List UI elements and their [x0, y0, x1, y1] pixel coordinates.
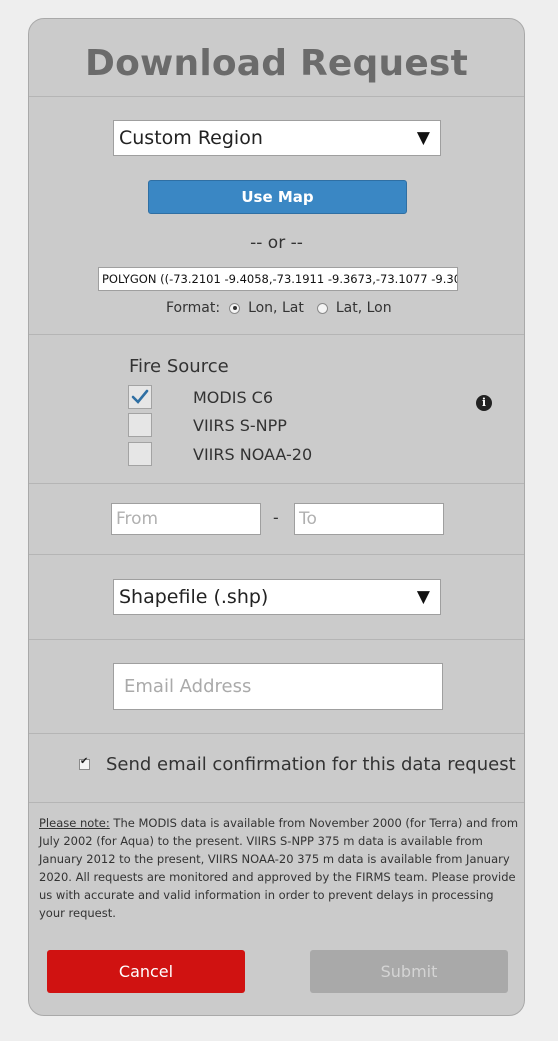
radio-lat-lon[interactable]	[316, 302, 328, 314]
checkbox-viirs-noaa20-label: VIIRS NOAA-20	[193, 444, 313, 464]
panel-title: Download Request	[85, 43, 468, 84]
date-separator: -	[273, 508, 279, 527]
checkmark-icon	[131, 389, 149, 404]
checkbox-viirs-snpp-label: VIIRS S-NPP	[193, 415, 287, 435]
radio-lon-lat[interactable]	[229, 302, 241, 314]
region-select-value: Custom Region	[119, 127, 263, 149]
divider	[29, 554, 524, 555]
email-field[interactable]: Email Address	[113, 663, 443, 710]
from-date-input[interactable]: From	[111, 503, 261, 535]
or-separator: -- or --	[250, 233, 303, 253]
divider	[29, 334, 524, 335]
checkbox-viirs-noaa20[interactable]	[128, 442, 152, 466]
email-confirmation-checkbox[interactable]	[79, 756, 90, 770]
download-request-panel: Download Request Custom Region ▼ Use Map…	[28, 18, 525, 1016]
polygon-input[interactable]: POLYGON ((-73.2101 -9.4058,-73.1911 -9.3…	[98, 267, 458, 291]
fire-source-option-modis[interactable]: MODIS C6	[128, 384, 273, 410]
divider	[29, 96, 524, 97]
chevron-down-icon: ▼	[416, 587, 430, 607]
format-row: Format: Lon, Lat Lat, Lon	[166, 298, 392, 318]
format-label: Format:	[166, 300, 221, 316]
fire-source-option-viirs-snpp[interactable]: VIIRS S-NPP	[128, 412, 287, 438]
radio-lon-lat-label: Lon, Lat	[248, 300, 304, 316]
checkbox-viirs-snpp[interactable]	[128, 413, 152, 437]
divider	[29, 639, 524, 640]
checkbox-modis-label: MODIS C6	[193, 387, 274, 407]
note-body: The MODIS data is available from Novembe…	[39, 816, 519, 920]
email-confirmation-label: Send email confirmation for this data re…	[106, 754, 516, 775]
note-lead: Please note:	[39, 816, 110, 830]
chevron-down-icon: ▼	[416, 128, 430, 148]
email-confirmation-row[interactable]: Send email confirmation for this data re…	[79, 754, 516, 775]
region-select[interactable]: Custom Region ▼	[113, 120, 441, 156]
fire-source-label: Fire Source	[129, 356, 229, 377]
fire-source-option-viirs-noaa20[interactable]: VIIRS NOAA-20	[128, 441, 312, 467]
submit-button[interactable]: Submit	[310, 950, 508, 993]
file-format-select-value: Shapefile (.shp)	[119, 586, 269, 608]
data-availability-note: Please note: The MODIS data is available…	[39, 814, 519, 922]
divider	[29, 733, 524, 734]
radio-lat-lon-label: Lat, Lon	[335, 300, 392, 316]
file-format-select[interactable]: Shapefile (.shp) ▼	[113, 579, 441, 615]
checkbox-modis[interactable]	[128, 385, 152, 409]
cancel-button[interactable]: Cancel	[47, 950, 245, 993]
divider	[29, 483, 524, 484]
info-icon[interactable]: i	[476, 395, 492, 411]
to-date-input[interactable]: To	[294, 503, 444, 535]
use-map-button[interactable]: Use Map	[148, 180, 407, 214]
divider	[29, 802, 524, 803]
